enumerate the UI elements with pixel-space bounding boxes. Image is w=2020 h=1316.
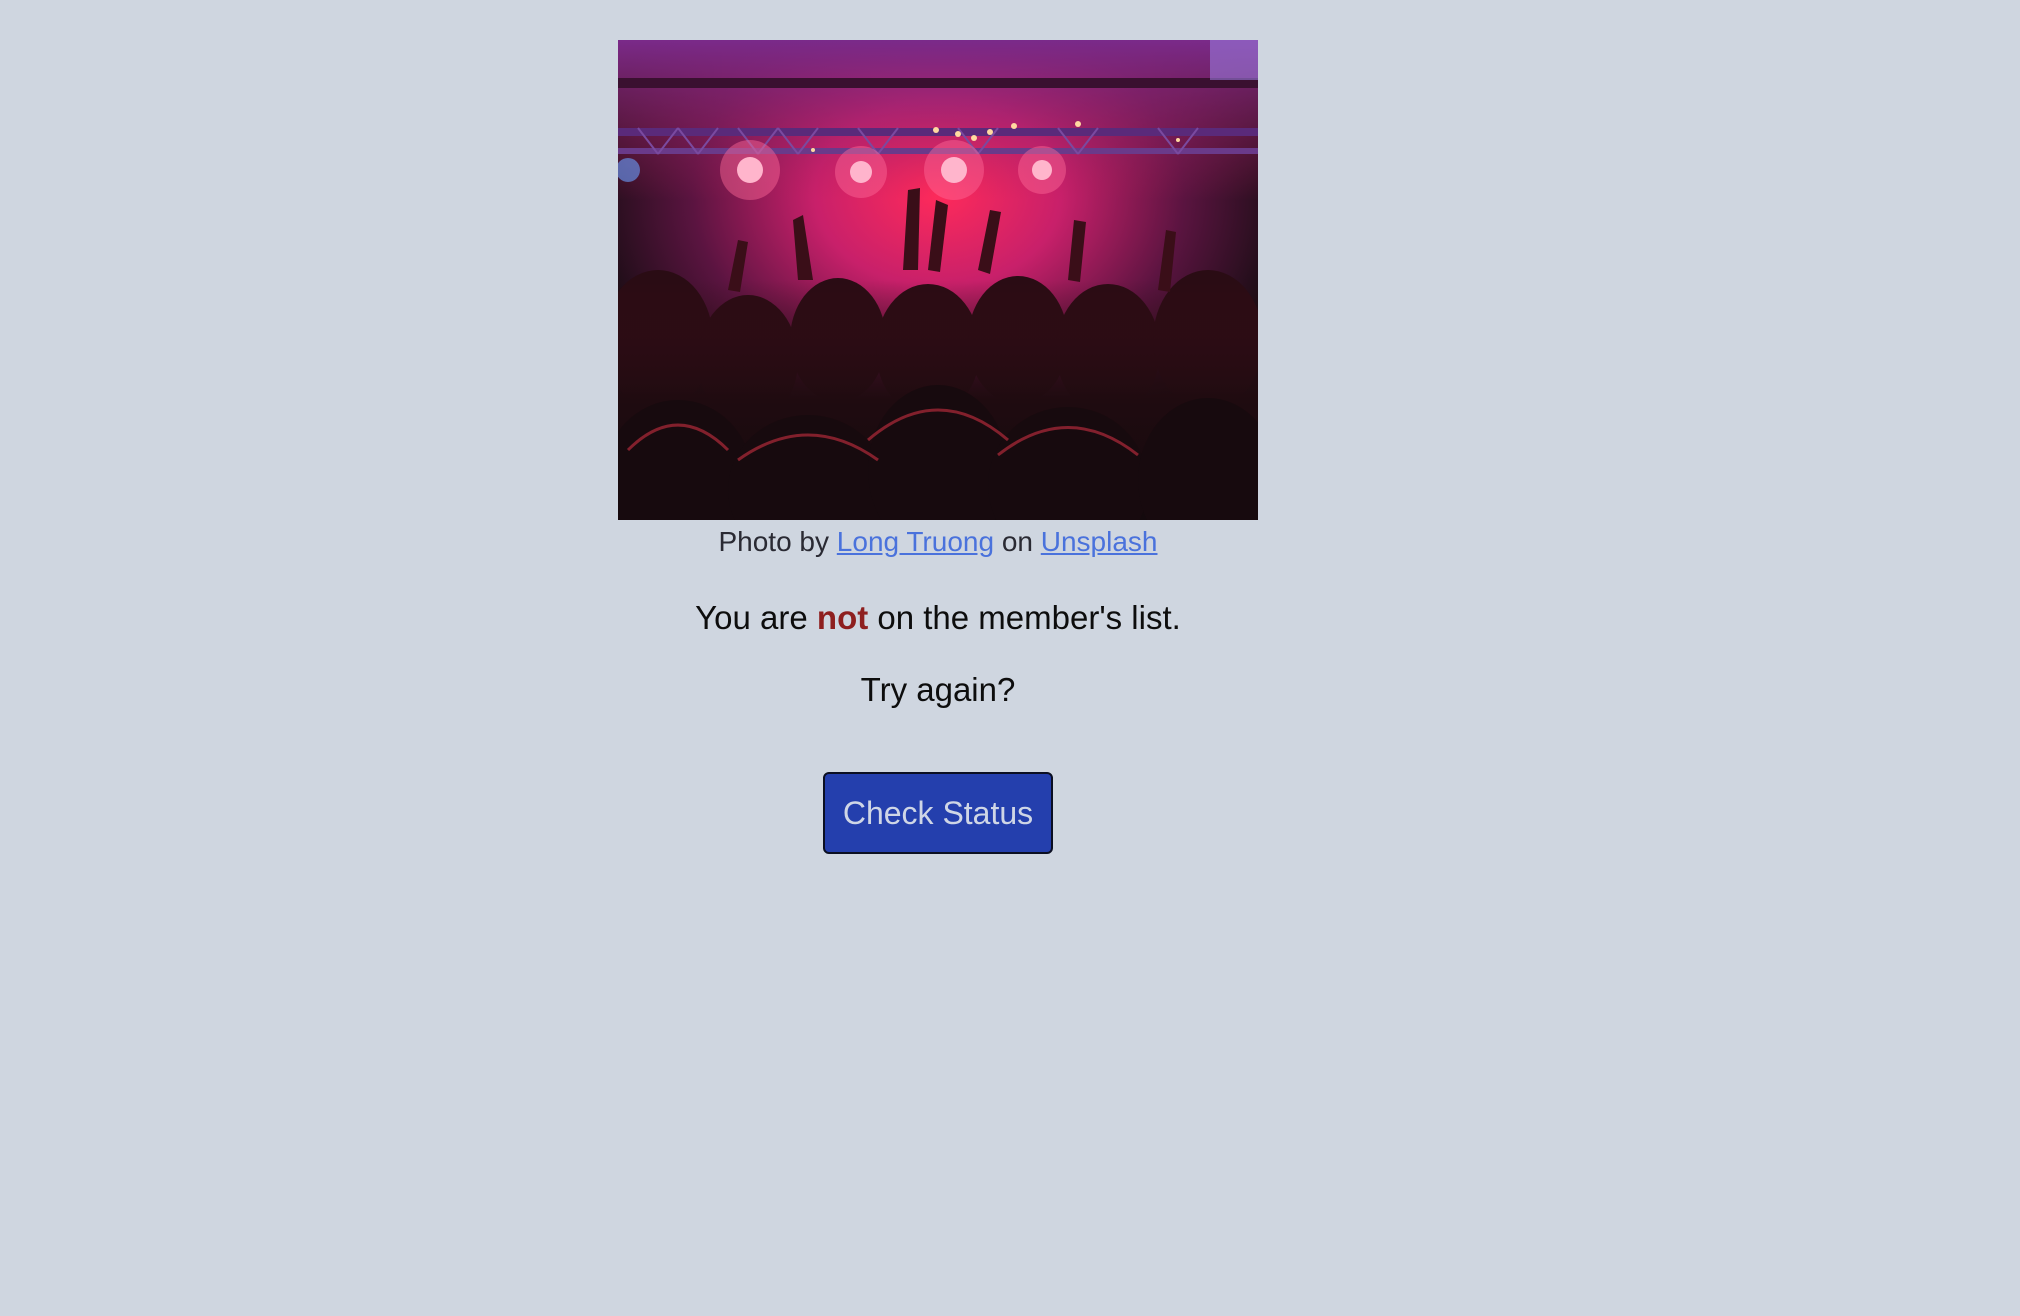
status-after: on the member's list. <box>877 599 1181 636</box>
photo-credit: Photo by Long Truong on Unsplash <box>618 524 1258 560</box>
credit-middle: on <box>1001 526 1033 557</box>
author-link[interactable]: Long Truong <box>837 526 994 557</box>
main-column: Photo by Long Truong on Unsplash You are… <box>618 40 1258 854</box>
status-emphasis: not <box>816 599 869 636</box>
source-link[interactable]: Unsplash <box>1041 526 1158 557</box>
credit-prefix: Photo by <box>718 526 830 557</box>
concert-crowd-photo <box>618 40 1258 520</box>
check-status-button[interactable]: Check Status <box>823 772 1053 854</box>
retry-prompt: Try again? <box>860 671 1016 708</box>
status-message: You are not on the member's list. <box>618 598 1258 638</box>
status-before: You are <box>695 599 808 636</box>
